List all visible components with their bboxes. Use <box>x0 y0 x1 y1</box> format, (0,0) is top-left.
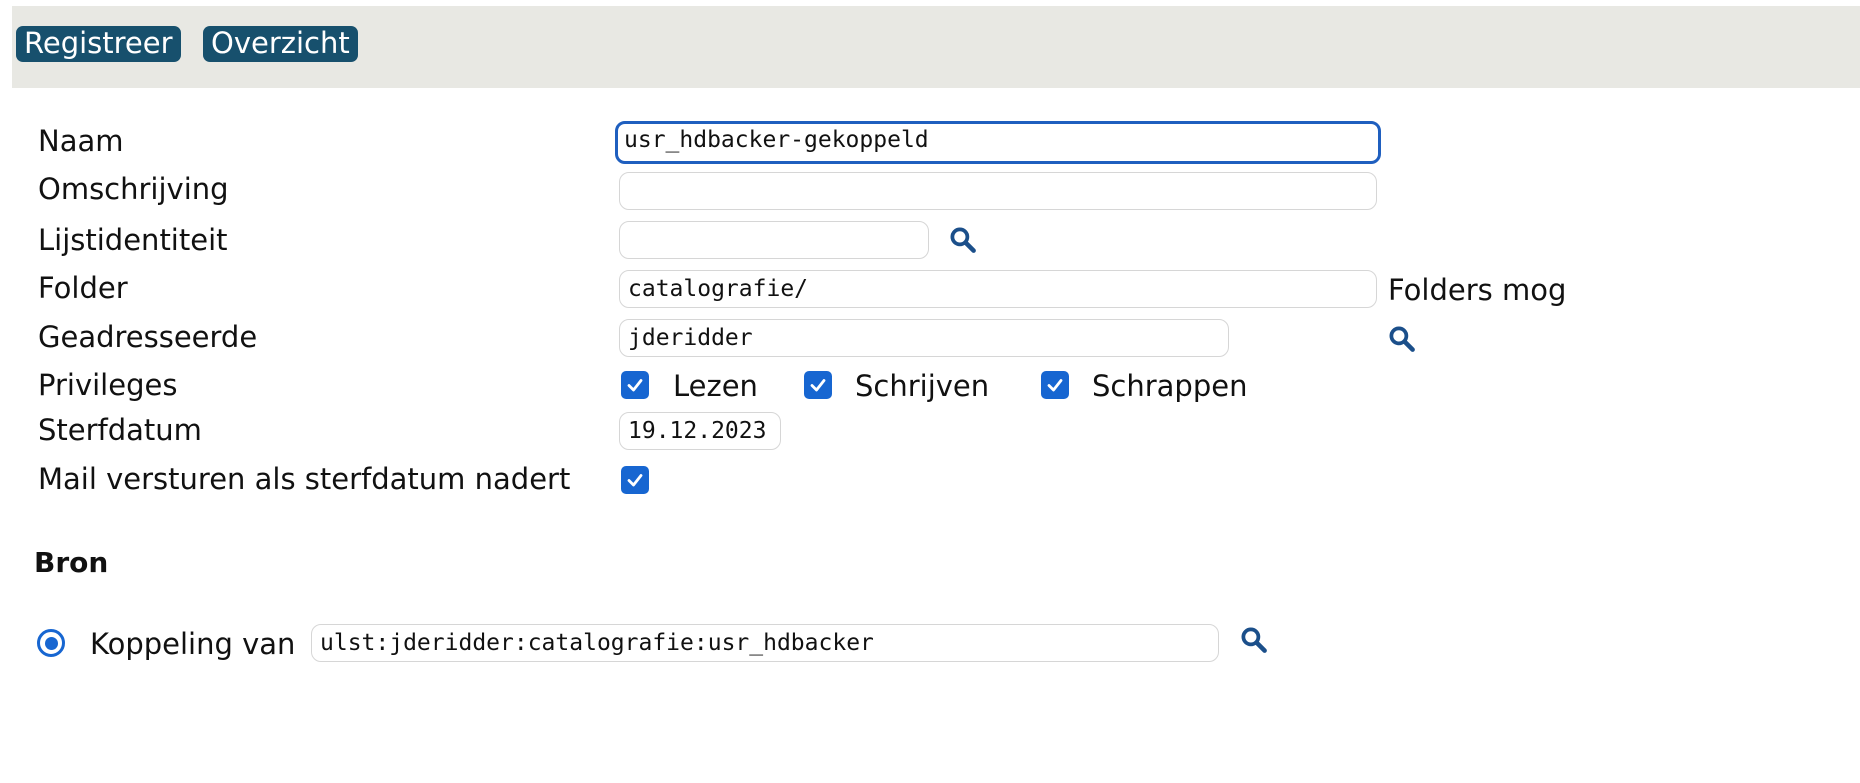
folder-input[interactable]: catalografie/ <box>619 270 1377 308</box>
koppeling-search-icon[interactable] <box>1239 625 1269 655</box>
lijstidentiteit-search-icon[interactable] <box>948 225 978 255</box>
omschrijving-label: Omschrijving <box>38 172 229 206</box>
naam-input[interactable]: usr_hdbacker-gekoppeld <box>615 121 1381 164</box>
overview-button[interactable]: Overzicht <box>203 26 358 62</box>
koppeling-label: Koppeling van <box>90 627 296 661</box>
sterfdatum-date-input[interactable]: 19.12.2023 <box>619 412 781 450</box>
geadresseerde-input[interactable]: jderidder <box>619 319 1229 357</box>
check-icon <box>810 379 826 392</box>
schrijven-checkbox[interactable] <box>804 371 832 399</box>
privileges-label: Privileges <box>38 368 178 402</box>
check-icon <box>1047 379 1063 392</box>
sterfdatum-label: Sterfdatum <box>38 413 202 447</box>
koppeling-radio[interactable] <box>37 629 65 657</box>
schrappen-label: Schrappen <box>1092 369 1248 403</box>
bron-heading: Bron <box>34 546 109 579</box>
geadresseerde-search-icon[interactable] <box>1387 324 1417 354</box>
register-button[interactable]: Registreer <box>16 26 181 62</box>
check-icon <box>627 474 643 487</box>
folder-hint: Folders mog <box>1388 273 1567 307</box>
koppeling-input[interactable]: ulst:jderidder:catalografie:usr_hdbacker <box>311 624 1219 662</box>
geadresseerde-label: Geadresseerde <box>38 320 258 354</box>
lezen-label: Lezen <box>673 369 758 403</box>
lezen-checkbox[interactable] <box>621 371 649 399</box>
naam-label: Naam <box>38 124 124 158</box>
folder-label: Folder <box>38 271 128 305</box>
lijstidentiteit-input[interactable] <box>619 221 929 259</box>
radio-selected-icon <box>44 636 58 650</box>
check-icon <box>627 379 643 392</box>
omschrijving-input[interactable] <box>619 172 1377 210</box>
lijstidentiteit-label: Lijstidentiteit <box>38 223 228 257</box>
mail-label: Mail versturen als sterfdatum nadert <box>38 462 571 496</box>
schrijven-label: Schrijven <box>855 369 990 403</box>
mail-checkbox[interactable] <box>621 466 649 494</box>
top-nav-bar: Registreer Overzicht <box>12 6 1860 88</box>
schrappen-checkbox[interactable] <box>1041 371 1069 399</box>
